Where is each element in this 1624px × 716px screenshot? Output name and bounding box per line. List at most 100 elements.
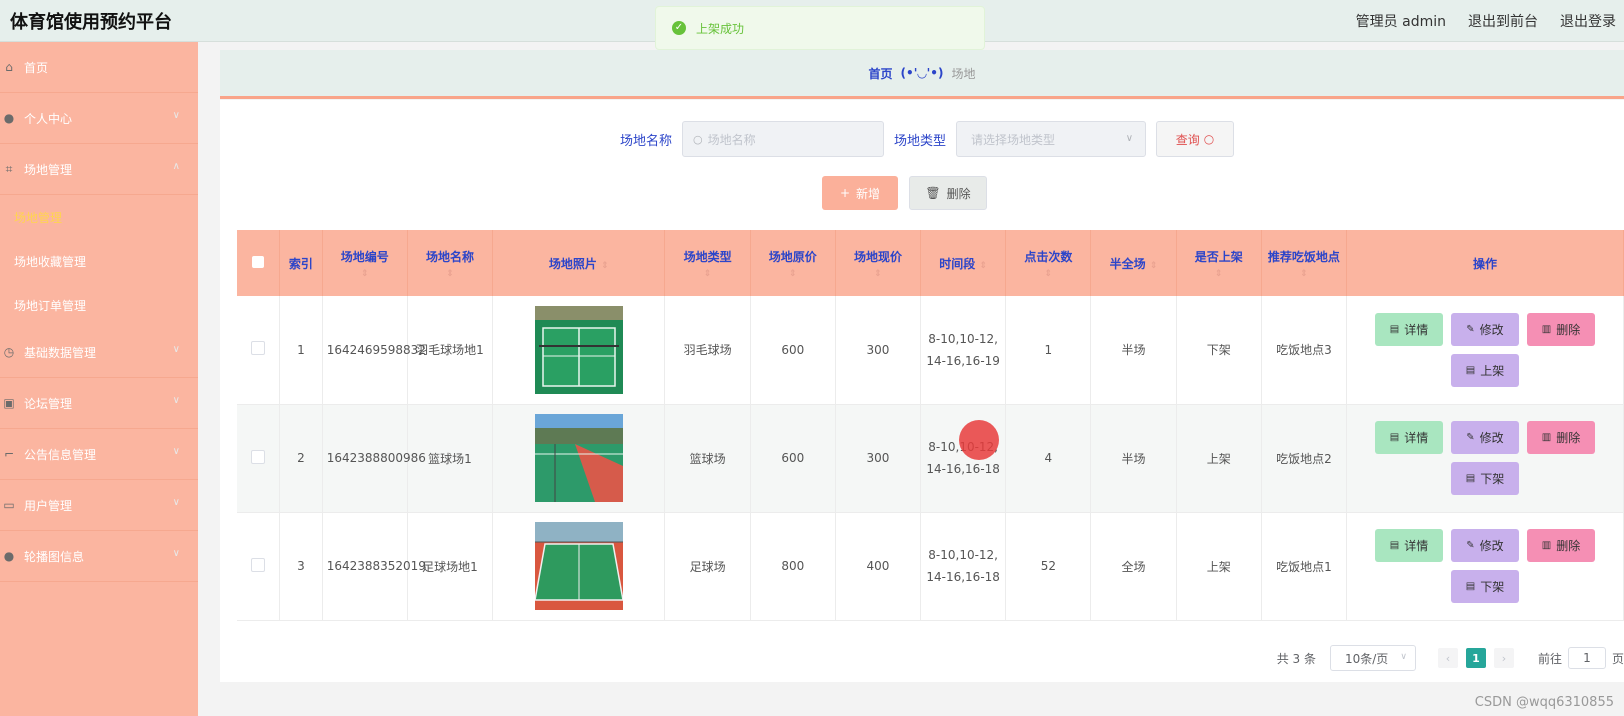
shelf-toggle-button[interactable]: ▤ 下架 (1450, 462, 1519, 495)
column-header[interactable]: 场地原价 ⇕ (750, 230, 836, 296)
sort-icon[interactable]: ⇕ (412, 269, 488, 279)
header-select-all[interactable] (237, 230, 281, 296)
column-header-label: 场地编号 (340, 249, 389, 264)
sort-icon[interactable]: ⇕ (1010, 269, 1086, 279)
column-header[interactable]: 推荐吃饭地点 ⇕ (1261, 230, 1347, 296)
sidebar-subitem-venue-favorites[interactable]: 场地收藏管理 (0, 239, 198, 283)
chevron-down-icon: ∨ (172, 110, 180, 121)
row-select[interactable] (237, 404, 281, 513)
cell-current-price: 300 (835, 296, 922, 405)
row-checkbox[interactable] (251, 449, 266, 464)
column-header-label: 场地类型 (683, 249, 732, 264)
action-bar: + 新增 🗑 删除 (822, 176, 987, 210)
app-title: 体育馆使用预约平台 (10, 11, 172, 33)
page-number-current[interactable]: 1 (1465, 648, 1486, 668)
column-header[interactable]: 半全场 ⇕ (1090, 230, 1177, 296)
cell-photo (492, 296, 666, 405)
row-select[interactable] (237, 512, 281, 621)
sort-icon[interactable]: ⇕ (755, 269, 831, 279)
edit-button[interactable]: ✎ 修改 (1450, 529, 1519, 562)
column-header[interactable]: 场地名称 ⇕ (407, 230, 494, 296)
detail-button[interactable]: ▤ 详情 (1374, 312, 1443, 346)
sidebar-item-forum[interactable]: ▣ 论坛管理 ∨ (0, 378, 198, 429)
cell-photo (492, 404, 666, 513)
column-header[interactable]: 场地编号 ⇕ (322, 230, 408, 296)
back-to-front-link[interactable]: 退出到前台 (1468, 11, 1538, 31)
cell-shelf-status: 上架 (1176, 404, 1262, 513)
frame-icon: ⌗ (5, 161, 13, 176)
edit-button[interactable]: ✎ 修改 (1450, 421, 1519, 454)
main-content: 场地名称 ○ 场地名称 场地类型 请选择场地类型 ∨ 查询 ○ + 新增 🗑 删… (220, 100, 1624, 682)
edit-button[interactable]: ✎ 修改 (1450, 312, 1519, 346)
shelf-toggle-button[interactable]: ▤ 上架 (1450, 353, 1519, 387)
detail-button[interactable]: ▤ 详情 (1374, 529, 1443, 562)
page-size-select[interactable]: 10条/页 ∨ (1329, 645, 1416, 671)
cell-clicks: 4 (1005, 404, 1092, 513)
cell-operations: ▤ 详情 ✎ 修改 ▥ 删除 ▤ 下架 (1346, 404, 1624, 513)
cell-name: 羽毛球场地1 (407, 296, 494, 405)
sidebar-item-carousel[interactable]: ● 轮播图信息 ∨ (0, 531, 198, 582)
sidebar-item-users[interactable]: ▭ 用户管理 ∨ (0, 480, 198, 531)
add-button-label: 新增 (856, 186, 881, 201)
next-page-button[interactable]: › (1493, 648, 1514, 668)
shelf-toggle-button[interactable]: ▤ 下架 (1450, 570, 1519, 603)
cell-operations: ▤ 详情 ✎ 修改 ▥ 删除 ▤ 上架 (1346, 296, 1624, 405)
select-all-checkbox[interactable] (252, 255, 265, 268)
sidebar-item-base-data[interactable]: ◷ 基础数据管理 ∨ (0, 327, 198, 378)
venue-name-input[interactable]: ○ 场地名称 (682, 121, 885, 157)
sidebar-item-personal-center[interactable]: ● 个人中心 ∨ (0, 93, 198, 144)
cell-type: 足球场 (664, 512, 751, 621)
sort-icon[interactable]: ⇕ (669, 269, 745, 279)
document-icon: ▤ (1465, 473, 1476, 484)
venue-type-select[interactable]: 请选择场地类型 ∨ (956, 121, 1147, 157)
delete-button[interactable]: ▥ 删除 (1526, 421, 1595, 454)
column-header[interactable]: 点击次数 ⇕ (1005, 230, 1092, 296)
sidebar-item-venue-management[interactable]: ⌗ 场地管理 ∧ (0, 144, 198, 195)
sidebar-item-home[interactable]: ⌂ 首页 (0, 42, 198, 93)
venue-photo-football[interactable] (534, 522, 623, 610)
column-header[interactable]: 场地类型 ⇕ (664, 230, 751, 296)
total-count: 共 3 条 (1276, 651, 1316, 666)
row-select[interactable] (237, 296, 281, 405)
row-checkbox[interactable] (251, 557, 266, 572)
column-header-label: 场地名称 (425, 249, 474, 264)
sidebar-item-announcements[interactable]: ⌐ 公告信息管理 ∨ (0, 429, 198, 480)
cell-original-price: 600 (750, 296, 836, 405)
prev-page-button[interactable]: ‹ (1437, 648, 1458, 668)
sort-icon[interactable]: ⇕ (979, 261, 987, 271)
sort-icon[interactable]: ⇕ (1181, 269, 1257, 279)
goto-page-input[interactable]: 1 (1567, 647, 1606, 669)
column-header[interactable]: 场地现价 ⇕ (835, 230, 922, 296)
column-header[interactable]: 是否上架 ⇕ (1176, 230, 1262, 296)
chevron-up-icon: ∧ (172, 161, 180, 172)
delete-button[interactable]: ▥ 删除 (1526, 529, 1595, 562)
document-icon: ▤ (1389, 540, 1400, 551)
home-icon: ⌂ (5, 60, 13, 74)
breadcrumb-home[interactable]: 首页 (869, 65, 893, 82)
row-checkbox[interactable] (251, 341, 266, 356)
watermark: CSDN @wqq6310855 (1474, 695, 1614, 710)
venue-photo-badminton[interactable] (534, 305, 623, 394)
column-header-label: 是否上架 (1194, 249, 1243, 264)
cell-food-spot: 吃饭地点3 (1261, 296, 1347, 405)
cell-original-price: 800 (750, 512, 836, 621)
sidebar-subitem-venue[interactable]: 场地管理 (0, 195, 198, 239)
sort-icon[interactable]: ⇕ (1150, 261, 1158, 271)
column-header[interactable]: 时间段 ⇕ (920, 230, 1007, 296)
sort-icon[interactable]: ⇕ (1300, 269, 1308, 279)
venue-photo-basketball[interactable] (534, 414, 623, 502)
query-button[interactable]: 查询 ○ (1156, 121, 1235, 157)
sort-icon[interactable]: ⇕ (840, 269, 916, 279)
delete-button[interactable]: ▥ 删除 (1526, 312, 1595, 346)
detail-button[interactable]: ▤ 详情 (1374, 421, 1443, 454)
search-icon: ○ (693, 132, 703, 146)
sidebar-subitem-venue-orders[interactable]: 场地订单管理 (0, 283, 198, 327)
cell-half-full: 半场 (1090, 296, 1177, 405)
bulk-delete-button[interactable]: 🗑 删除 (909, 176, 987, 210)
sort-icon[interactable]: ⇕ (601, 261, 609, 271)
cell-original-price: 600 (750, 404, 836, 513)
column-header[interactable]: 场地照片 ⇕ (492, 230, 666, 296)
logout-link[interactable]: 退出登录 (1560, 11, 1616, 31)
add-button[interactable]: + 新增 (822, 176, 898, 210)
sort-icon[interactable]: ⇕ (327, 269, 403, 279)
